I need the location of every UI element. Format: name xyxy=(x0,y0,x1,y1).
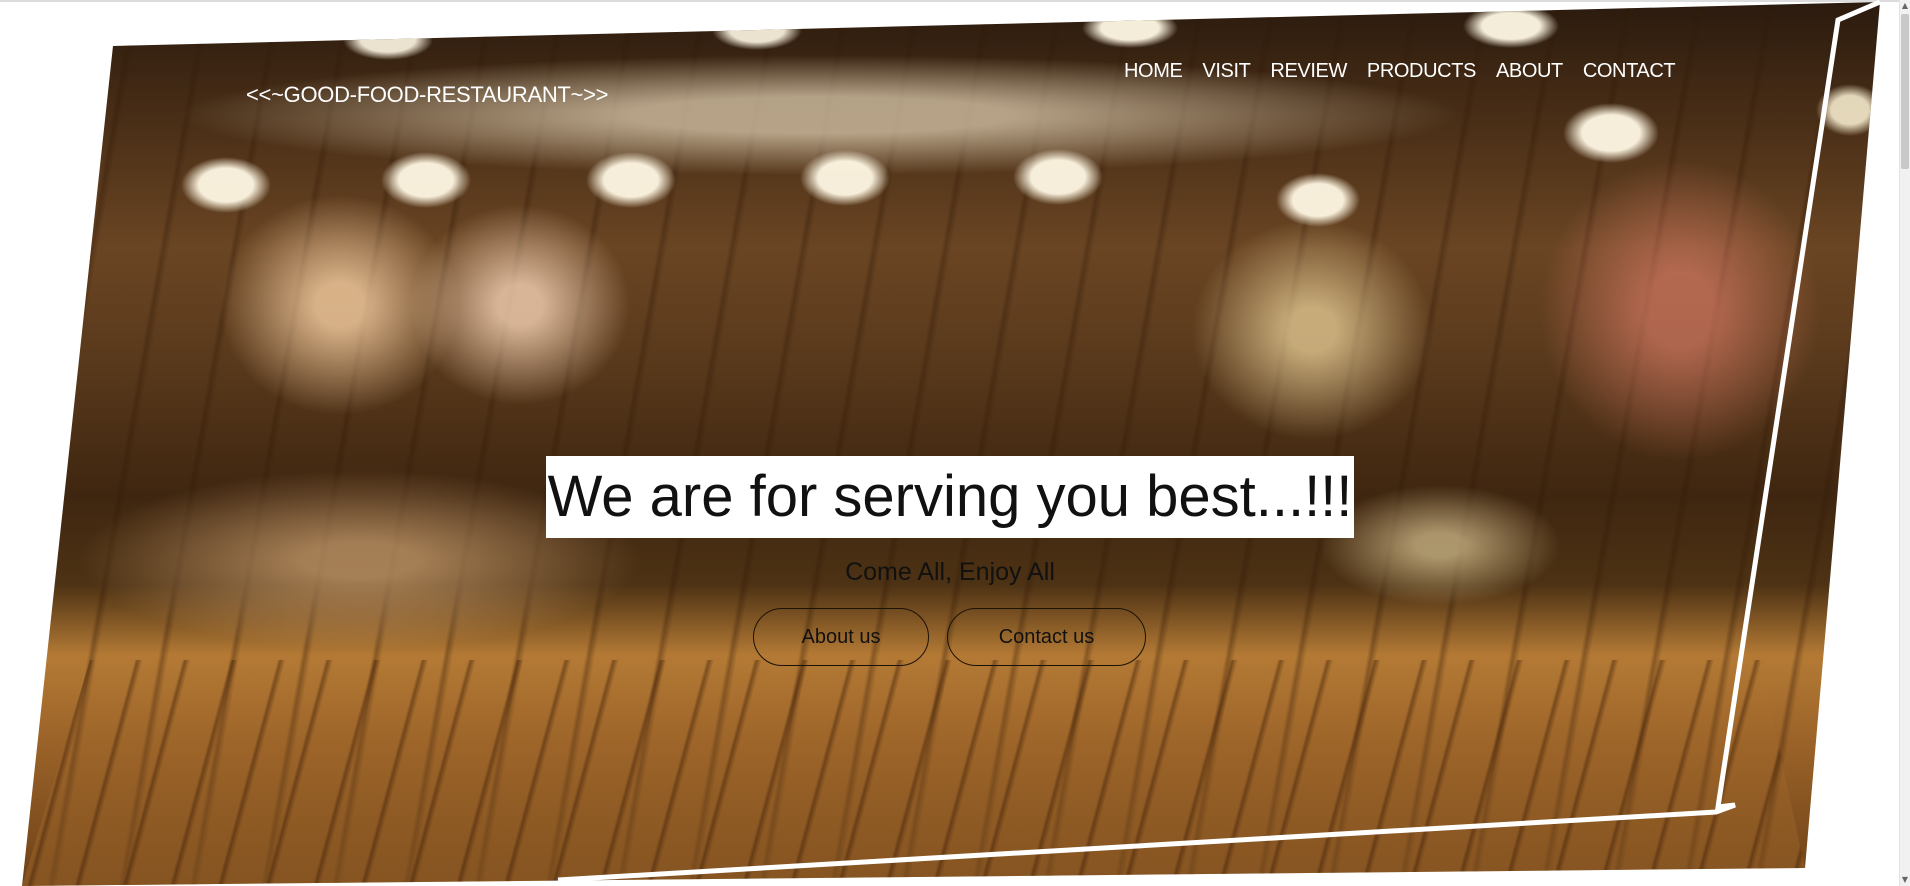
scrollbar-thumb[interactable] xyxy=(1901,14,1909,169)
hero-subline: Come All, Enjoy All xyxy=(845,558,1055,586)
about-us-button[interactable]: About us xyxy=(753,608,929,666)
hero-buttons: About us Contact us xyxy=(753,608,1146,666)
nav-products[interactable]: PRODUCTS xyxy=(1357,60,1486,83)
nav-contact[interactable]: CONTACT xyxy=(1573,60,1685,83)
hero-headline-wrap: We are for serving you best...!!! xyxy=(0,456,1900,538)
scroll-down-arrow-icon[interactable]: ▼ xyxy=(1901,876,1909,884)
nav-home[interactable]: HOME xyxy=(1114,60,1192,83)
vertical-scrollbar[interactable]: ▲ ▼ xyxy=(1899,0,1910,886)
nav-review[interactable]: REVIEW xyxy=(1260,60,1357,83)
hero-headline: We are for serving you best...!!! xyxy=(545,456,1355,538)
nav-visit[interactable]: VISIT xyxy=(1192,60,1260,83)
browser-top-edge xyxy=(0,0,1900,2)
main-nav: HOME VISIT REVIEW PRODUCTS ABOUT CONTACT xyxy=(1114,60,1685,83)
page: <<~GOOD-FOOD-RESTAURANT~>> HOME VISIT RE… xyxy=(0,0,1910,886)
scroll-up-arrow-icon[interactable]: ▲ xyxy=(1901,2,1909,10)
hero-wood-table-overlay xyxy=(22,660,1805,886)
brand-logo[interactable]: <<~GOOD-FOOD-RESTAURANT~>> xyxy=(246,82,609,108)
nav-about[interactable]: ABOUT xyxy=(1486,60,1573,83)
contact-us-button[interactable]: Contact us xyxy=(947,608,1146,666)
